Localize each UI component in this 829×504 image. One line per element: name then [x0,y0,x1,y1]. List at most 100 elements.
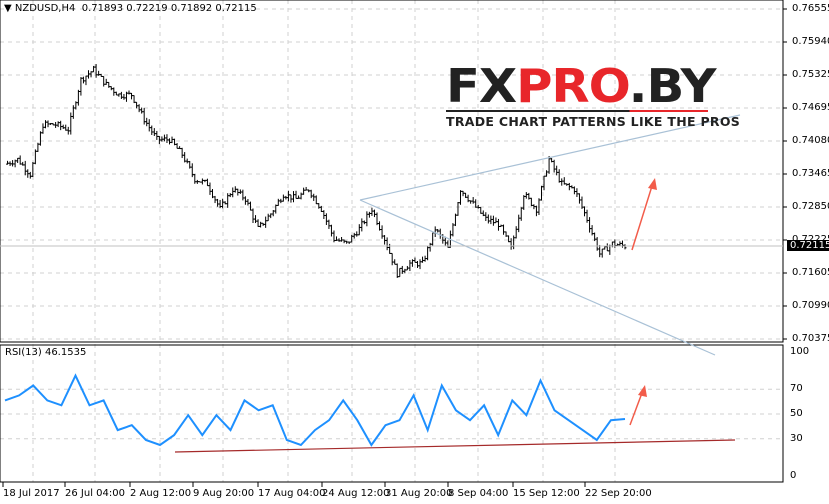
collapse-triangle-icon[interactable]: ▼ [4,3,12,14]
ohlc-bar [514,226,518,239]
time-tick-label: 24 Aug 12:00 [322,488,390,499]
ohlc-bar [471,197,475,204]
ohlc-bar [524,192,528,199]
ohlc-bar [243,196,247,205]
ohlc-bar [560,178,564,186]
ohlc-bar [216,198,220,207]
ohlc-bar [415,260,419,268]
ohlc-bar [309,189,313,199]
ohlc-bar [11,160,15,167]
ohlc-bar [193,173,197,184]
ohlc-bar [152,128,156,136]
ohlc-bar [254,215,258,224]
close-value: 0.72115 [215,3,257,14]
ohlc-bar [388,243,392,254]
price-tick-label: 0.72850 [792,201,829,212]
ohlc-bar [395,263,399,278]
ohlc-bar [314,195,318,205]
ohlc-bar [23,160,27,176]
rsi-tick-label: 50 [790,408,803,419]
ohlc-bar [324,213,328,225]
ohlc-bar [56,121,60,128]
ohlc-bar [69,112,73,135]
ohlc-bar [6,160,10,165]
ohlc-bar [104,78,108,85]
rsi-line [4,373,626,447]
ohlc-bar [575,188,579,198]
ohlc-bar [620,240,624,248]
ohlc-bar [327,219,331,229]
time-tick-label: 2 Aug 12:00 [130,488,192,499]
ohlc-bar [145,117,149,127]
logo-text-by: .BY [628,59,717,113]
rsi-label: RSI(13) 46.1535 [5,347,87,358]
ohlc-bar [71,105,75,119]
ohlc-bar [130,92,134,100]
chart-header: ▼ NZDUSD,H4 0.71893 0.72219 0.71892 0.72… [4,3,257,14]
ohlc-bar [112,87,116,96]
ohlc-bar [102,75,106,87]
ohlc-bar [486,214,490,224]
time-tick-label: 15 Sep 12:00 [513,488,580,499]
time-tick-label: 18 Jul 2017 [3,488,60,499]
ohlc-bar [155,130,159,140]
ohlc-bar [552,159,556,173]
ohlc-bar [127,90,131,95]
ohlc-bar [408,260,412,272]
ohlc-bar [185,158,189,164]
ohlc-bar [623,244,627,250]
ohlc-bar [491,215,495,226]
ohlc-bar [119,91,123,99]
rsi-tick-label: 0 [790,470,797,481]
ohlc-bar [600,248,604,258]
ohlc-bar [59,120,63,131]
ohlc-bar [79,77,83,96]
price-tick-label: 0.76555 [792,3,829,14]
ohlc-bar [180,147,184,159]
ohlc-bar [545,170,549,177]
time-tick-label: 9 Aug 20:00 [193,488,255,499]
ohlc-bar [200,178,204,185]
time-tick-label: 31 Aug 20:00 [385,488,453,499]
time-tick-label: 22 Sep 20:00 [585,488,652,499]
ohlc-bar [135,101,139,109]
rsi-tick-label: 70 [790,383,803,395]
ohlc-bar [360,218,364,232]
ohlc-bar [18,155,22,165]
ohlc-bar [302,187,306,195]
ohlc-bar [522,195,526,210]
high-value: 0.72219 [126,3,168,14]
ohlc-bar [340,237,344,242]
ohlc-bar [588,217,592,233]
rsi-tick-label: 100 [790,346,810,357]
fxpro-logo: FXPRO.BY TRADE CHART PATTERNS LIKE THE P… [446,63,741,129]
time-tick-label: 26 Jul 04:00 [65,488,125,499]
price-tick-label: 0.74695 [792,102,829,113]
lower-trendline[interactable] [359,199,716,356]
time-tick-label: 8 Sep 04:00 [448,488,509,499]
ohlc-bar [76,89,80,106]
ohlc-bar [380,225,384,239]
logo-tagline: TRADE CHART PATTERNS LIKE THE PROS [446,114,741,129]
ohlc-bar [421,256,425,263]
ohlc-bar [519,207,523,221]
ohlc-bar [393,259,397,265]
rsi-trendline[interactable] [174,439,736,453]
price-tick-label: 0.75325 [792,69,829,80]
ohlc-bar [329,224,333,237]
ohlc-bar [299,192,303,200]
ohlc-bar [41,123,45,134]
ohlc-bar [355,231,359,237]
rsi-tick-label: 30 [790,432,803,444]
time-ticks [2,482,586,487]
ohlc-bar [613,239,617,248]
low-value: 0.71892 [170,3,213,14]
ohlc-bar [459,190,463,205]
ohlc-bar [150,125,154,135]
symbol-label: NZDUSD,H4 [14,3,76,14]
ohlc-bar [431,232,435,246]
ohlc-bar [38,131,42,146]
ohlc-bar [248,201,252,211]
ohlc-bar [291,191,295,203]
ohlc-bar [456,202,460,216]
